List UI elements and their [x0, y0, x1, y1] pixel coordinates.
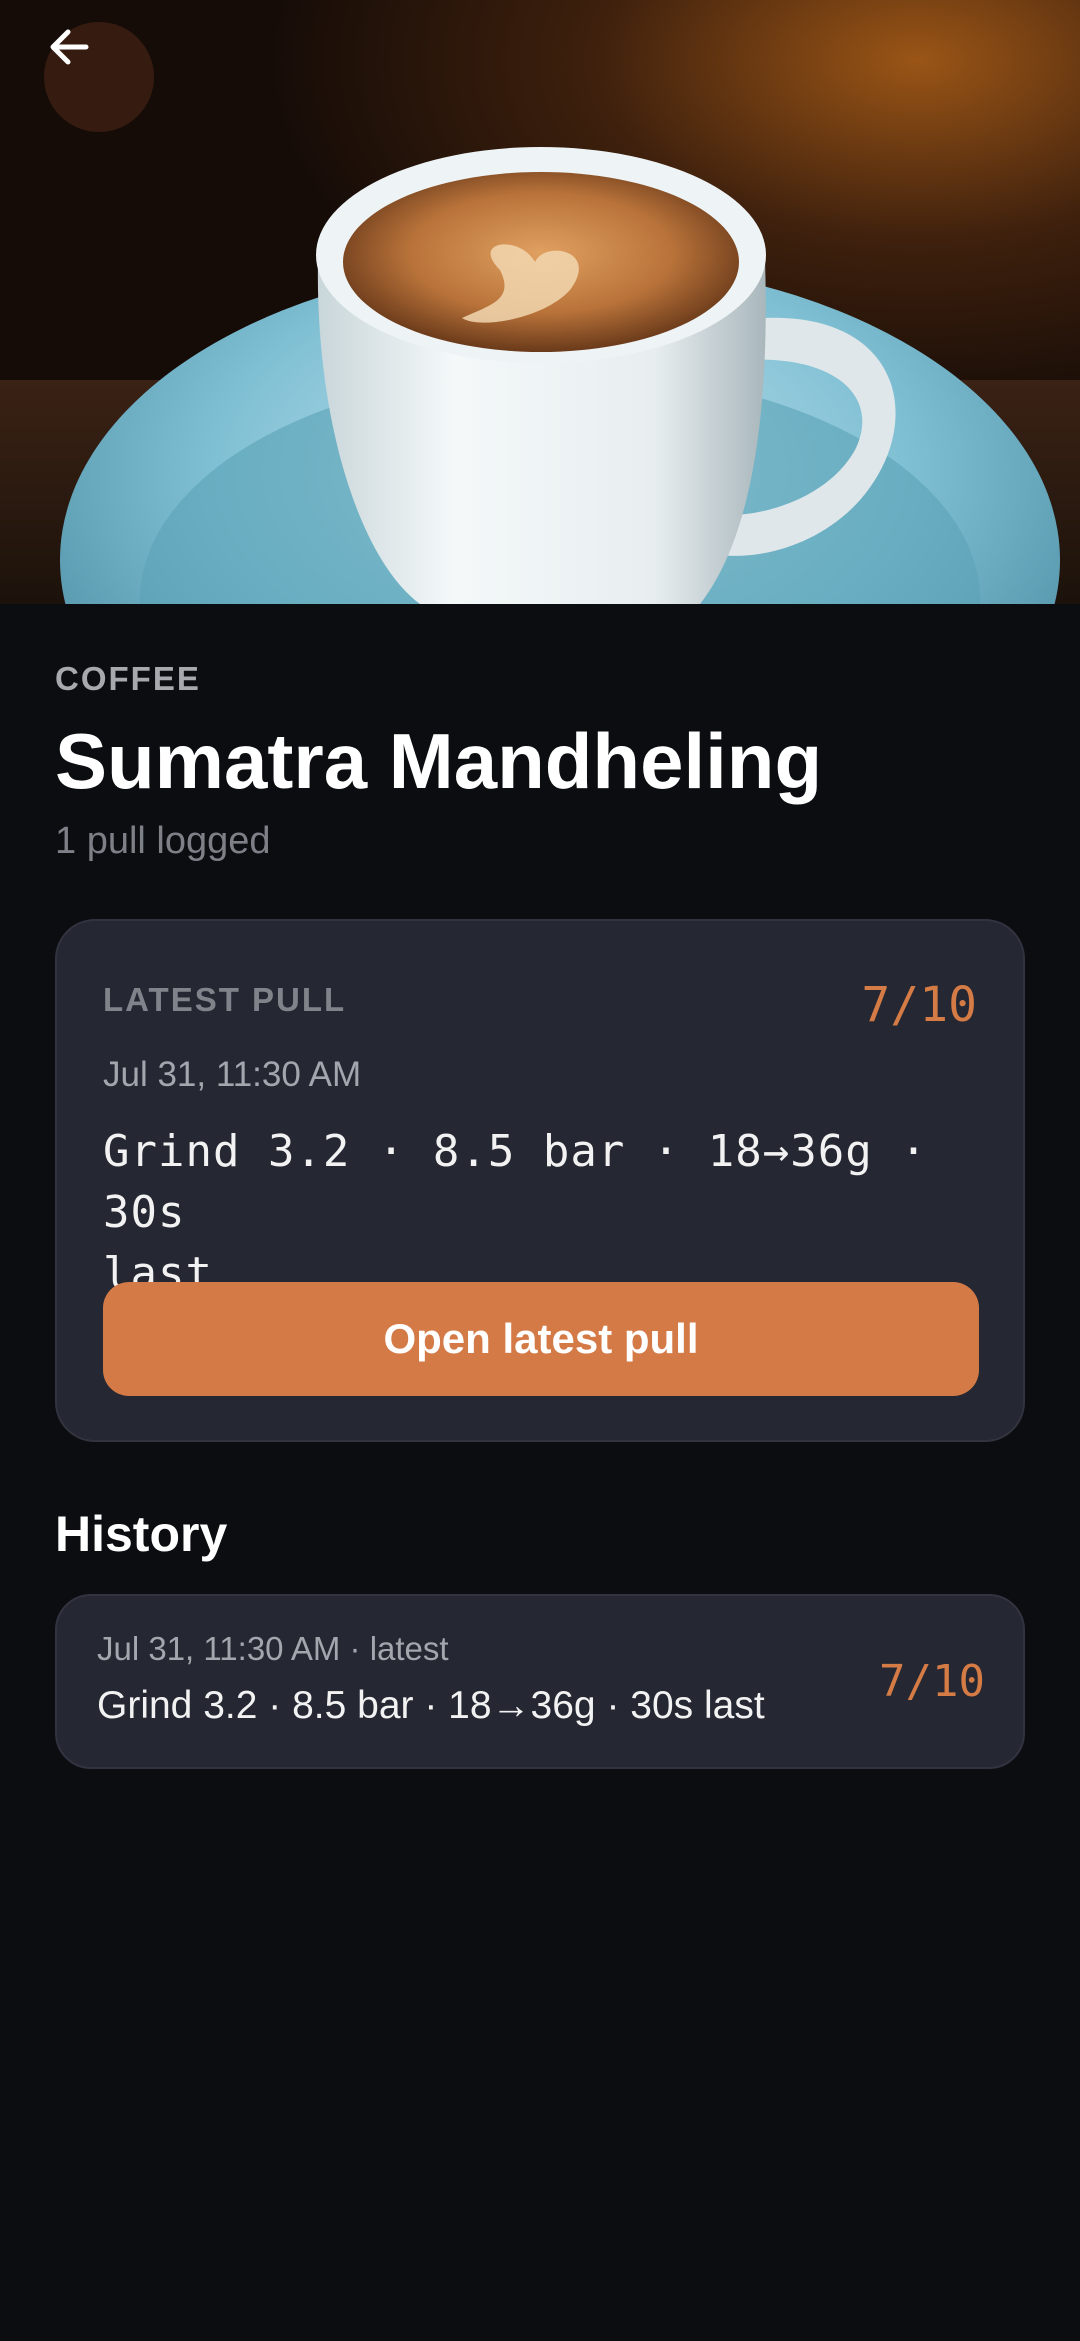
- history-item[interactable]: Jul 31, 11:30 AM · latest Grind 3.2 · 8.…: [55, 1594, 1025, 1769]
- latest-pull-date: Jul 31, 11:30 AM: [103, 1055, 362, 1094]
- latest-pull-details: Grind 3.2 · 8.5 bar · 18→36g · 30s last: [103, 1121, 977, 1304]
- latest-pull-card: LATEST PULL 7/10 Jul 31, 11:30 AM Grind …: [55, 919, 1025, 1442]
- page-title: Sumatra Mandheling: [55, 717, 823, 805]
- coffee-cup-illustration: [0, 0, 1080, 604]
- latest-pull-label: LATEST PULL: [103, 981, 347, 1018]
- open-latest-pull-button[interactable]: Open latest pull: [103, 1282, 979, 1396]
- history-heading: History: [55, 1506, 228, 1562]
- latest-pull-details-line1: Grind 3.2 · 8.5 bar · 18→36g · 30s: [103, 1126, 928, 1238]
- pull-count: 1 pull logged: [55, 820, 271, 862]
- latest-pull-score: 7/10: [861, 977, 977, 1033]
- hero-image: [0, 0, 1080, 604]
- back-button[interactable]: [44, 22, 154, 132]
- arrow-left-icon: [50, 29, 89, 65]
- category-label: COFFEE: [55, 660, 201, 697]
- history-item-score: 7/10: [879, 1656, 985, 1707]
- history-item-details: Grind 3.2 · 8.5 bar · 18→36g · 30s last: [97, 1684, 765, 1727]
- bean-header: COFFEE Sumatra Mandheling 1 pull logged: [55, 604, 1025, 863]
- history-item-meta: Jul 31, 11:30 AM · latest: [97, 1630, 449, 1667]
